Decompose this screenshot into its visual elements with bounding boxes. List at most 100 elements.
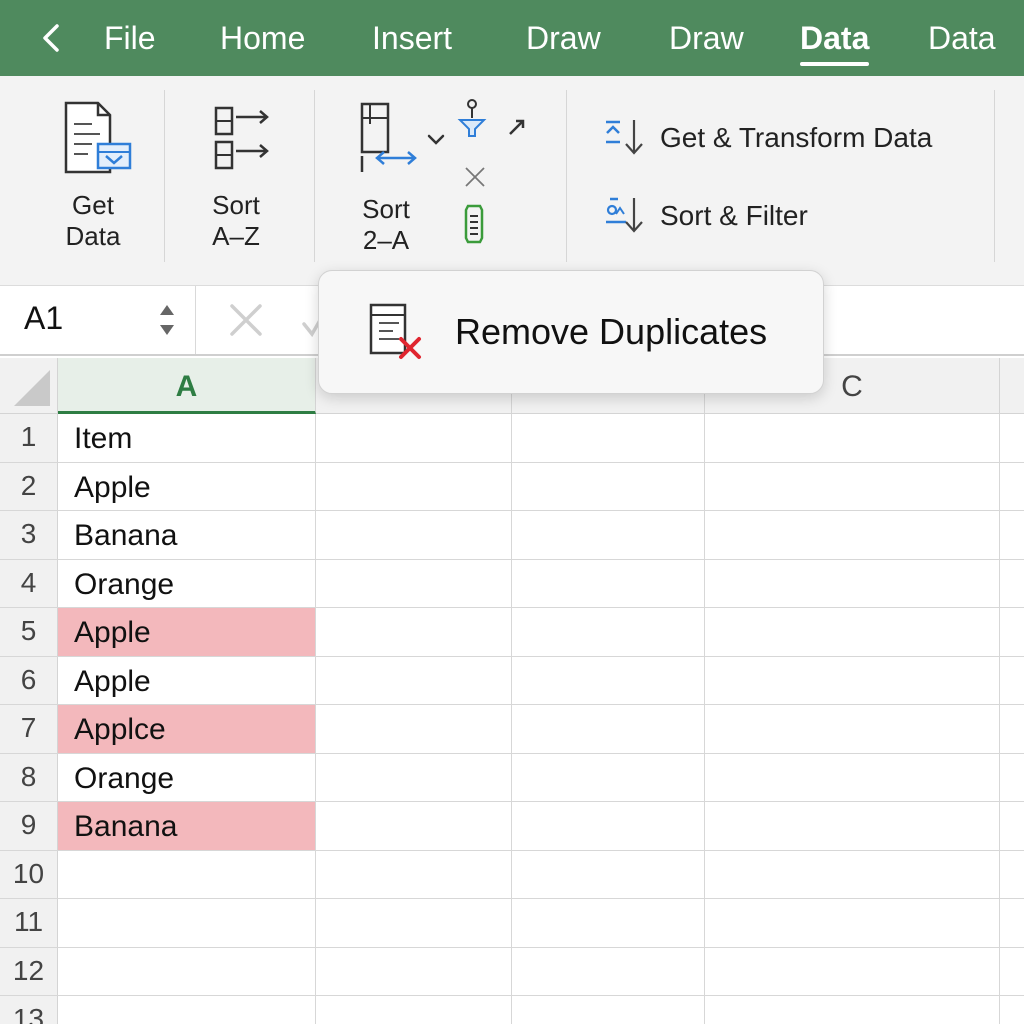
cell-next[interactable] — [1000, 899, 1024, 947]
cell-c[interactable] — [705, 608, 1000, 656]
cell-a[interactable] — [58, 947, 316, 995]
cell-b[interactable] — [316, 414, 512, 462]
cell-a[interactable]: Item — [58, 414, 316, 462]
cell-a[interactable]: Apple — [58, 656, 316, 704]
cell-c[interactable] — [705, 996, 1000, 1024]
row-header[interactable]: 2 — [0, 462, 58, 510]
row-header[interactable]: 3 — [0, 511, 58, 559]
cell-c-hidden[interactable] — [512, 705, 705, 753]
cell-a[interactable]: Orange — [58, 559, 316, 607]
cell-a[interactable]: Orange — [58, 753, 316, 801]
row-header[interactable]: 11 — [0, 899, 58, 947]
cell-b[interactable] — [316, 899, 512, 947]
cell-c-hidden[interactable] — [512, 462, 705, 510]
cell-a[interactable] — [58, 899, 316, 947]
tab-file[interactable]: File — [104, 16, 156, 60]
row-header[interactable]: 8 — [0, 753, 58, 801]
cell-c[interactable] — [705, 947, 1000, 995]
row-header[interactable]: 9 — [0, 802, 58, 850]
cell-c[interactable] — [705, 511, 1000, 559]
cell-a-duplicate[interactable]: Applce — [58, 705, 316, 753]
row-header[interactable]: 10 — [0, 850, 58, 898]
cell-b[interactable] — [316, 705, 512, 753]
cell-c[interactable] — [705, 850, 1000, 898]
cell-b[interactable] — [316, 511, 512, 559]
get-data-button[interactable]: Get Data — [40, 94, 146, 254]
sort-z-a-button[interactable]: Sort 2–A — [334, 94, 444, 260]
tab-data-2[interactable]: Data — [928, 16, 996, 60]
row-header[interactable]: 6 — [0, 656, 58, 704]
cell-next[interactable] — [1000, 657, 1024, 705]
cell-c[interactable] — [705, 414, 1000, 462]
cell-c[interactable] — [705, 559, 1000, 607]
cell-b[interactable] — [316, 947, 512, 995]
filter-button[interactable] — [456, 96, 490, 140]
cell-b[interactable] — [316, 850, 512, 898]
cell-next[interactable] — [1000, 705, 1024, 753]
cell-b[interactable] — [316, 996, 512, 1024]
cell-b[interactable] — [316, 802, 512, 850]
sort-options-dropdown[interactable] — [424, 128, 448, 152]
cell-next[interactable] — [1000, 560, 1024, 608]
tab-draw[interactable]: Draw — [526, 16, 601, 60]
cell-c[interactable] — [705, 802, 1000, 850]
cell-next[interactable] — [1000, 802, 1024, 850]
get-transform-data-button[interactable]: Get & Transform Data — [604, 114, 964, 162]
cell-b[interactable] — [316, 656, 512, 704]
column-header-a[interactable]: A — [58, 358, 316, 414]
cell-c-hidden[interactable] — [512, 559, 705, 607]
cell-a-duplicate[interactable]: Banana — [58, 802, 316, 850]
cell-b[interactable] — [316, 462, 512, 510]
row-header[interactable]: 5 — [0, 608, 58, 656]
cell-next[interactable] — [1000, 996, 1024, 1024]
cell-a[interactable] — [58, 996, 316, 1024]
cell-a[interactable]: Banana — [58, 511, 316, 559]
cell-c[interactable] — [705, 705, 1000, 753]
cell-next[interactable] — [1000, 851, 1024, 899]
cell-c[interactable] — [705, 753, 1000, 801]
cell-next[interactable] — [1000, 414, 1024, 462]
row-header[interactable]: 4 — [0, 559, 58, 607]
cell-c-hidden[interactable] — [512, 414, 705, 462]
cell-b[interactable] — [316, 753, 512, 801]
cell-a-duplicate[interactable]: Apple — [58, 608, 316, 656]
row-header[interactable]: 1 — [0, 414, 58, 462]
cell-b[interactable] — [316, 559, 512, 607]
cell-c-hidden[interactable] — [512, 511, 705, 559]
tab-home[interactable]: Home — [220, 16, 305, 60]
cell-next[interactable] — [1000, 463, 1024, 511]
cell-c-hidden[interactable] — [512, 753, 705, 801]
clear-filter-button[interactable] — [462, 164, 488, 190]
sort-filter-button[interactable]: Sort & Filter — [604, 192, 844, 240]
column-header-next[interactable] — [1000, 358, 1024, 414]
tab-data[interactable]: Data — [800, 16, 870, 66]
tab-insert[interactable]: Insert — [372, 16, 452, 60]
name-box[interactable]: A1 — [0, 286, 196, 354]
row-header[interactable]: 12 — [0, 947, 58, 995]
cell-a[interactable]: Apple — [58, 462, 316, 510]
cell-next[interactable] — [1000, 608, 1024, 656]
sort-a-z-button[interactable]: Sort A–Z — [184, 94, 288, 254]
remove-duplicates-popup[interactable]: Remove Duplicates — [318, 270, 824, 394]
cell-c-hidden[interactable] — [512, 608, 705, 656]
cell-next[interactable] — [1000, 948, 1024, 996]
cell-c[interactable] — [705, 462, 1000, 510]
cell-c-hidden[interactable] — [512, 899, 705, 947]
back-button[interactable] — [34, 18, 68, 58]
cell-next[interactable] — [1000, 754, 1024, 802]
cancel-edit-icon[interactable] — [226, 300, 266, 340]
cell-c-hidden[interactable] — [512, 802, 705, 850]
cell-c[interactable] — [705, 656, 1000, 704]
cell-next[interactable] — [1000, 511, 1024, 559]
cell-c-hidden[interactable] — [512, 656, 705, 704]
tab-draw-2[interactable]: Draw — [669, 16, 744, 60]
cell-c-hidden[interactable] — [512, 947, 705, 995]
cell-a[interactable] — [58, 850, 316, 898]
row-header[interactable]: 7 — [0, 705, 58, 753]
row-header[interactable]: 13 — [0, 996, 58, 1024]
cell-c-hidden[interactable] — [512, 996, 705, 1024]
stepper-arrows-icon[interactable] — [156, 300, 178, 340]
cell-c-hidden[interactable] — [512, 850, 705, 898]
advanced-filter-button[interactable] — [506, 116, 528, 138]
reapply-filter-button[interactable] — [460, 202, 488, 246]
